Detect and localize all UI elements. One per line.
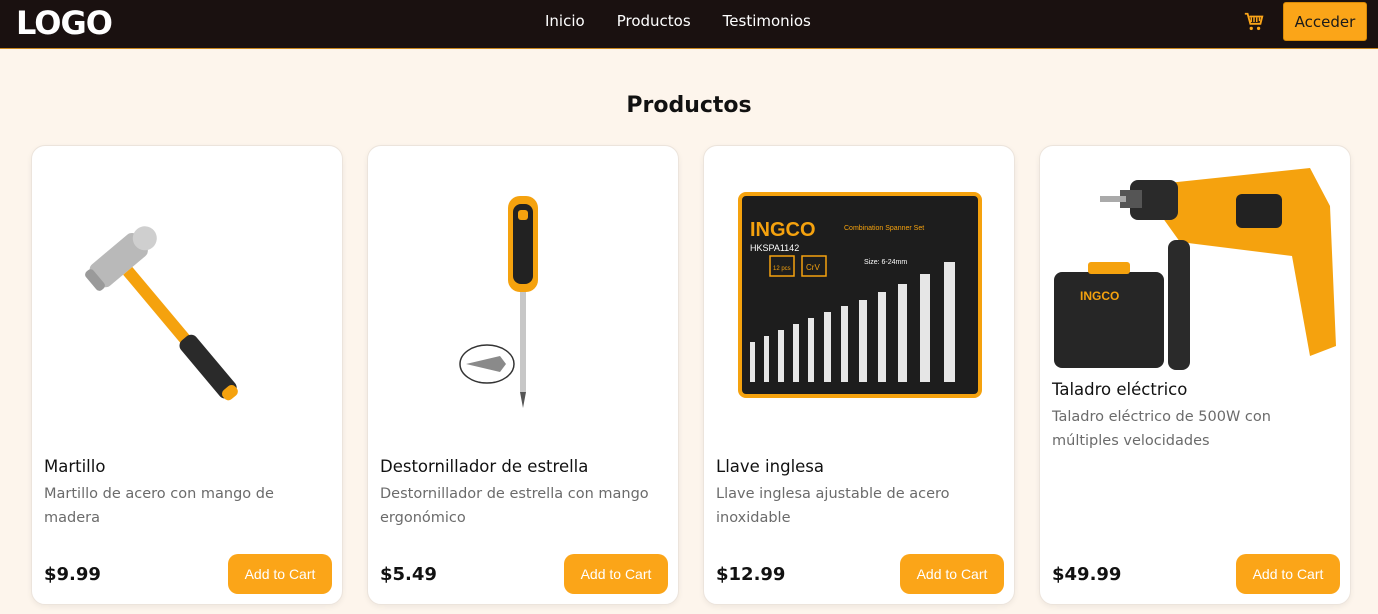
spanner-model-text: HKSPA1142 xyxy=(750,243,799,253)
product-price: $49.99 xyxy=(1052,564,1122,585)
hammer-image xyxy=(85,226,238,401)
spanner-size-text: Size: 6-24mm xyxy=(864,259,907,266)
product-description: Martillo de acero con mango de madera xyxy=(44,486,274,526)
add-to-cart-button[interactable]: Add to Cart xyxy=(228,554,332,594)
product-description: Llave inglesa ajustable de acero inoxida… xyxy=(716,486,950,526)
product-card: Martillo Martillo de acero con mango de … xyxy=(31,145,343,605)
product-name: Martillo xyxy=(44,457,106,476)
login-button[interactable]: Acceder xyxy=(1283,2,1367,41)
product-name: Destornillador de estrella xyxy=(380,457,589,476)
logo[interactable]: LOGO xyxy=(16,4,113,42)
product-name: Llave inglesa xyxy=(716,457,825,476)
main-nav: Inicio Productos Testimonios xyxy=(545,12,811,30)
product-description: Taladro eléctrico de 500W con múltiples … xyxy=(1052,409,1271,449)
spanner-kit-text: Combination Spanner Set xyxy=(844,225,924,232)
product-price: $9.99 xyxy=(44,564,101,585)
top-navigation-bar: LOGO Inicio Productos Testimonios Accede… xyxy=(0,0,1378,49)
screwdriver-image xyxy=(459,196,538,408)
product-price: $5.49 xyxy=(380,564,437,585)
shopping-cart-icon[interactable] xyxy=(1243,11,1265,33)
product-card: INGCO HKSPA1142 Combination Spanner Set … xyxy=(703,145,1015,605)
spanner-material-text: CrV xyxy=(806,263,820,272)
drill-case-brand-text: INGCO xyxy=(1080,289,1119,303)
product-price: $12.99 xyxy=(716,564,786,585)
nav-link-productos[interactable]: Productos xyxy=(617,12,691,30)
section-title: Productos xyxy=(626,93,752,118)
spanner-set-image: INGCO HKSPA1142 Combination Spanner Set … xyxy=(738,192,982,398)
product-name: Taladro eléctrico xyxy=(1052,380,1188,399)
nav-link-testimonios[interactable]: Testimonios xyxy=(723,12,811,30)
product-card: Destornillador de estrella Destornillado… xyxy=(367,145,679,605)
add-to-cart-button[interactable]: Add to Cart xyxy=(900,554,1004,594)
drill-image: INGCO xyxy=(1054,168,1336,370)
nav-link-inicio[interactable]: Inicio xyxy=(545,12,585,30)
add-to-cart-button[interactable]: Add to Cart xyxy=(564,554,668,594)
spanner-brand-text: INGCO xyxy=(750,219,816,241)
product-card: INGCO Taladro eléctrico Taladro eléctric… xyxy=(1039,145,1351,605)
add-to-cart-button[interactable]: Add to Cart xyxy=(1236,554,1340,594)
spanner-count-text: 12 pcs xyxy=(773,266,791,272)
product-description: Destornillador de estrella con mango erg… xyxy=(380,486,649,526)
